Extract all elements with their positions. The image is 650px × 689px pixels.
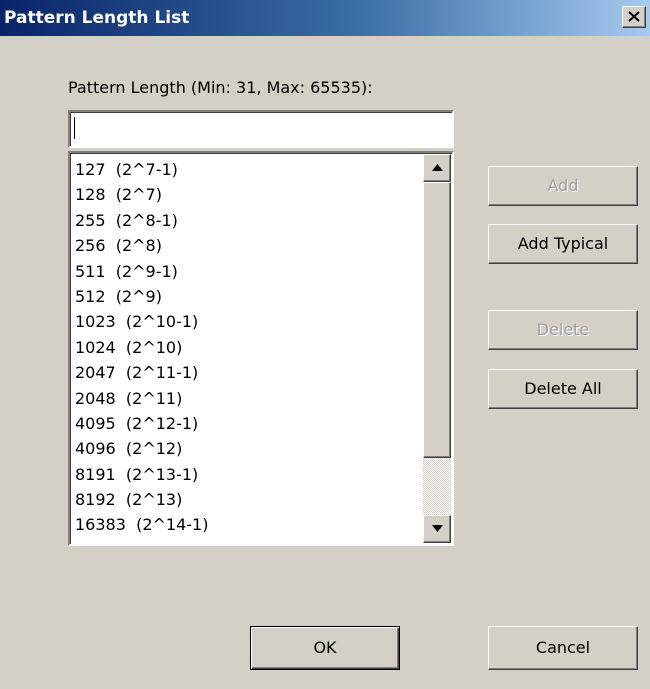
scrollbar-thumb[interactable]	[423, 182, 451, 458]
text-caret	[74, 117, 75, 139]
list-item[interactable]: 511 (2^9-1)	[75, 259, 415, 284]
title-bar[interactable]: Pattern Length List	[0, 0, 650, 36]
delete-all-button[interactable]: Delete All	[488, 369, 638, 409]
add-button[interactable]: Add	[488, 166, 638, 206]
scroll-up-button[interactable]	[423, 154, 451, 182]
arrow-up-icon	[432, 164, 443, 171]
list-item[interactable]: 127 (2^7-1)	[75, 157, 415, 182]
list-item[interactable]: 2047 (2^11-1)	[75, 360, 415, 385]
add-typical-button[interactable]: Add Typical	[488, 224, 638, 264]
pattern-length-input[interactable]	[68, 110, 454, 148]
pattern-length-dialog: Pattern Length List Pattern Length (Min:…	[0, 0, 650, 689]
list-item[interactable]: 128 (2^7)	[75, 182, 415, 207]
arrow-down-icon	[432, 525, 443, 532]
list-item[interactable]: 1024 (2^10)	[75, 335, 415, 360]
list-item[interactable]: 512 (2^9)	[75, 284, 415, 309]
list-item[interactable]: 255 (2^8-1)	[75, 208, 415, 233]
list-item[interactable]: 4096 (2^12)	[75, 436, 415, 461]
list-item[interactable]: 8191 (2^13-1)	[75, 462, 415, 487]
ok-button[interactable]: OK	[250, 626, 400, 670]
close-button[interactable]	[622, 6, 646, 28]
vertical-scrollbar[interactable]	[423, 154, 451, 543]
list-items: 127 (2^7-1) 128 (2^7) 255 (2^8-1) 256 (2…	[75, 157, 415, 538]
cancel-button[interactable]: Cancel	[488, 626, 638, 670]
list-item[interactable]: 8192 (2^13)	[75, 487, 415, 512]
list-item[interactable]: 16383 (2^14-1)	[75, 512, 415, 537]
delete-button[interactable]: Delete	[488, 310, 638, 350]
list-item[interactable]: 1023 (2^10-1)	[75, 309, 415, 334]
close-icon	[628, 11, 640, 22]
list-item[interactable]: 256 (2^8)	[75, 233, 415, 258]
window-title: Pattern Length List	[4, 8, 190, 28]
pattern-length-label: Pattern Length (Min: 31, Max: 65535):	[68, 78, 373, 97]
scroll-down-button[interactable]	[423, 515, 451, 543]
pattern-length-listbox[interactable]: 127 (2^7-1) 128 (2^7) 255 (2^8-1) 256 (2…	[68, 151, 454, 546]
list-item[interactable]: 2048 (2^11)	[75, 386, 415, 411]
list-item[interactable]: 4095 (2^12-1)	[75, 411, 415, 436]
